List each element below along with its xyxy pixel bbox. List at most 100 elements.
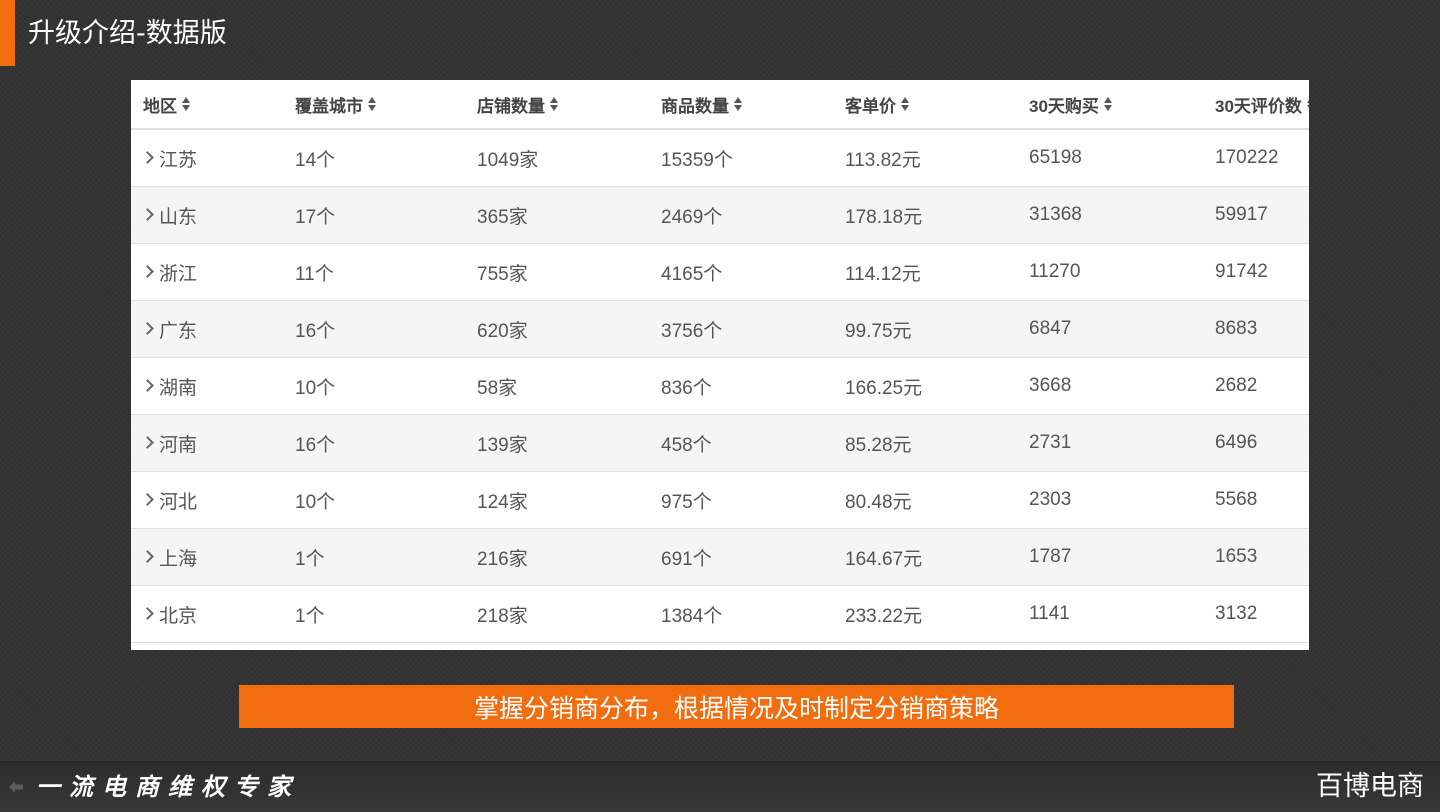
region-name: 河南 <box>159 434 198 456</box>
chevron-right-icon[interactable] <box>141 492 154 506</box>
shops-cell: 1049家 <box>477 149 539 171</box>
products-cell: 2469个 <box>661 206 723 228</box>
column-header-cities[interactable]: 覆盖城市 <box>295 80 376 128</box>
chevron-right-icon[interactable] <box>141 435 154 449</box>
avg-price-cell: 113.82元 <box>845 149 921 171</box>
chevron-right-icon[interactable] <box>141 321 154 335</box>
avg-price-cell: 233.22元 <box>845 605 923 627</box>
avg-price-cell: 80.48元 <box>845 491 912 513</box>
cities-cell: 11个 <box>295 263 334 285</box>
footer-bar: 一流电商维权专家 百博电商 <box>0 761 1440 812</box>
avg-price-cell: 164.67元 <box>845 548 923 570</box>
title-accent-bar <box>0 0 15 66</box>
products-cell: 4165个 <box>661 263 723 285</box>
column-header-region[interactable]: 地区 <box>143 80 190 128</box>
cities-cell: 16个 <box>295 320 336 342</box>
region-name: 湖南 <box>159 377 198 399</box>
page-title: 升级介绍-数据版 <box>28 18 227 49</box>
region-cell[interactable]: 河北 <box>141 472 198 528</box>
cities-cell: 10个 <box>295 377 336 399</box>
column-header-purchases-30d[interactable]: 30天购买 <box>1029 80 1112 128</box>
footer-slogan: 一流电商维权专家 <box>36 772 300 801</box>
column-header-label: 30天评价数 <box>1215 96 1302 116</box>
column-header-label: 地区 <box>143 96 177 116</box>
shops-cell: 216家 <box>477 548 528 570</box>
products-cell: 15359个 <box>661 149 733 171</box>
products-cell: 836个 <box>661 377 712 399</box>
products-cell: 691个 <box>661 548 712 570</box>
chevron-right-icon[interactable] <box>141 606 154 620</box>
column-header-label: 店铺数量 <box>477 96 545 116</box>
chevron-right-icon[interactable] <box>141 264 154 278</box>
cities-cell: 17个 <box>295 206 336 228</box>
region-name: 上海 <box>159 548 198 570</box>
region-name: 河北 <box>159 491 198 513</box>
purchases-cell: 1787 <box>1029 546 1072 567</box>
purchases-cell: 31368 <box>1029 204 1082 225</box>
avg-price-cell: 166.25元 <box>845 377 923 399</box>
region-cell[interactable]: 上海 <box>141 529 198 585</box>
purchases-cell: 6847 <box>1029 318 1072 339</box>
table-body: 江苏 14个 1049家 15359个 113.82元 65198 170222… <box>131 130 1309 643</box>
products-cell: 1384个 <box>661 605 723 627</box>
reviews-cell: 6496 <box>1215 432 1258 453</box>
sort-icon[interactable] <box>901 97 909 111</box>
shops-cell: 620家 <box>477 320 528 342</box>
region-cell[interactable]: 河南 <box>141 415 198 471</box>
region-cell[interactable]: 江苏 <box>141 130 197 186</box>
region-cell[interactable]: 湖南 <box>141 358 198 414</box>
table-row[interactable]: 山东 17个 365家 2469个 178.18元 31368 59917 <box>131 187 1309 244</box>
reviews-cell: 91742 <box>1215 261 1268 282</box>
purchases-cell: 3668 <box>1029 375 1072 396</box>
chevron-right-icon[interactable] <box>141 378 154 392</box>
chevron-right-icon[interactable] <box>141 207 154 221</box>
sort-icon[interactable] <box>182 97 190 111</box>
region-cell[interactable]: 浙江 <box>141 244 197 300</box>
sort-icon[interactable] <box>734 97 742 111</box>
purchases-cell: 11270 <box>1029 261 1081 282</box>
region-cell[interactable]: 广东 <box>141 301 198 357</box>
avg-price-cell: 99.75元 <box>845 320 912 342</box>
sort-icon[interactable] <box>1103 97 1112 111</box>
column-header-shops[interactable]: 店铺数量 <box>477 80 558 128</box>
region-cell[interactable]: 山东 <box>141 187 197 243</box>
sort-icon[interactable] <box>368 97 376 111</box>
shops-cell: 58家 <box>477 377 518 399</box>
cities-cell: 14个 <box>295 149 336 171</box>
purchases-cell: 2731 <box>1029 432 1072 453</box>
products-cell: 3756个 <box>661 320 723 342</box>
sort-icon[interactable] <box>550 97 558 111</box>
table-row[interactable]: 湖南 10个 58家 836个 166.25元 3668 2682 <box>131 358 1309 415</box>
cities-cell: 1个 <box>295 548 325 570</box>
reviews-cell: 3132 <box>1215 603 1258 624</box>
column-header-label: 30天购买 <box>1029 96 1099 116</box>
purchases-cell: 2303 <box>1029 489 1072 510</box>
table-row[interactable]: 上海 1个 216家 691个 164.67元 1787 1653 <box>131 529 1309 586</box>
table-row[interactable]: 广东 16个 620家 3756个 99.75元 6847 8683 <box>131 301 1309 358</box>
back-arrow-icon[interactable] <box>7 778 25 796</box>
shops-cell: 124家 <box>477 491 528 513</box>
chevron-right-icon[interactable] <box>141 150 154 164</box>
column-header-avg-price[interactable]: 客单价 <box>845 80 909 128</box>
column-header-products[interactable]: 商品数量 <box>661 80 742 128</box>
sort-icon[interactable] <box>1306 97 1309 111</box>
table-row[interactable]: 河南 16个 139家 458个 85.28元 2731 6496 <box>131 415 1309 472</box>
purchases-cell: 1141 <box>1029 603 1070 624</box>
footer-brand-logo: 百博电商 <box>1316 771 1424 802</box>
table-row[interactable]: 河北 10个 124家 975个 80.48元 2303 5568 <box>131 472 1309 529</box>
table-row[interactable]: 北京 1个 218家 1384个 233.22元 1141 3132 <box>131 586 1309 643</box>
shops-cell: 365家 <box>477 206 528 228</box>
shops-cell: 755家 <box>477 263 528 285</box>
chevron-right-icon[interactable] <box>141 549 154 563</box>
reviews-cell: 59917 <box>1215 204 1268 225</box>
column-header-reviews-30d[interactable]: 30天评价数 <box>1215 80 1309 128</box>
purchases-cell: 65198 <box>1029 147 1082 168</box>
region-name: 北京 <box>159 605 198 627</box>
reviews-cell: 170222 <box>1215 147 1279 168</box>
table-header: 地区 覆盖城市 店铺数量 商品数量 客单价 30天购买 30天评价数 <box>131 80 1309 130</box>
region-cell[interactable]: 北京 <box>141 586 198 642</box>
table-row[interactable]: 江苏 14个 1049家 15359个 113.82元 65198 170222 <box>131 130 1309 187</box>
region-name: 广东 <box>159 320 198 342</box>
table-row[interactable]: 浙江 11个 755家 4165个 114.12元 11270 91742 <box>131 244 1309 301</box>
reviews-cell: 1653 <box>1215 546 1258 567</box>
